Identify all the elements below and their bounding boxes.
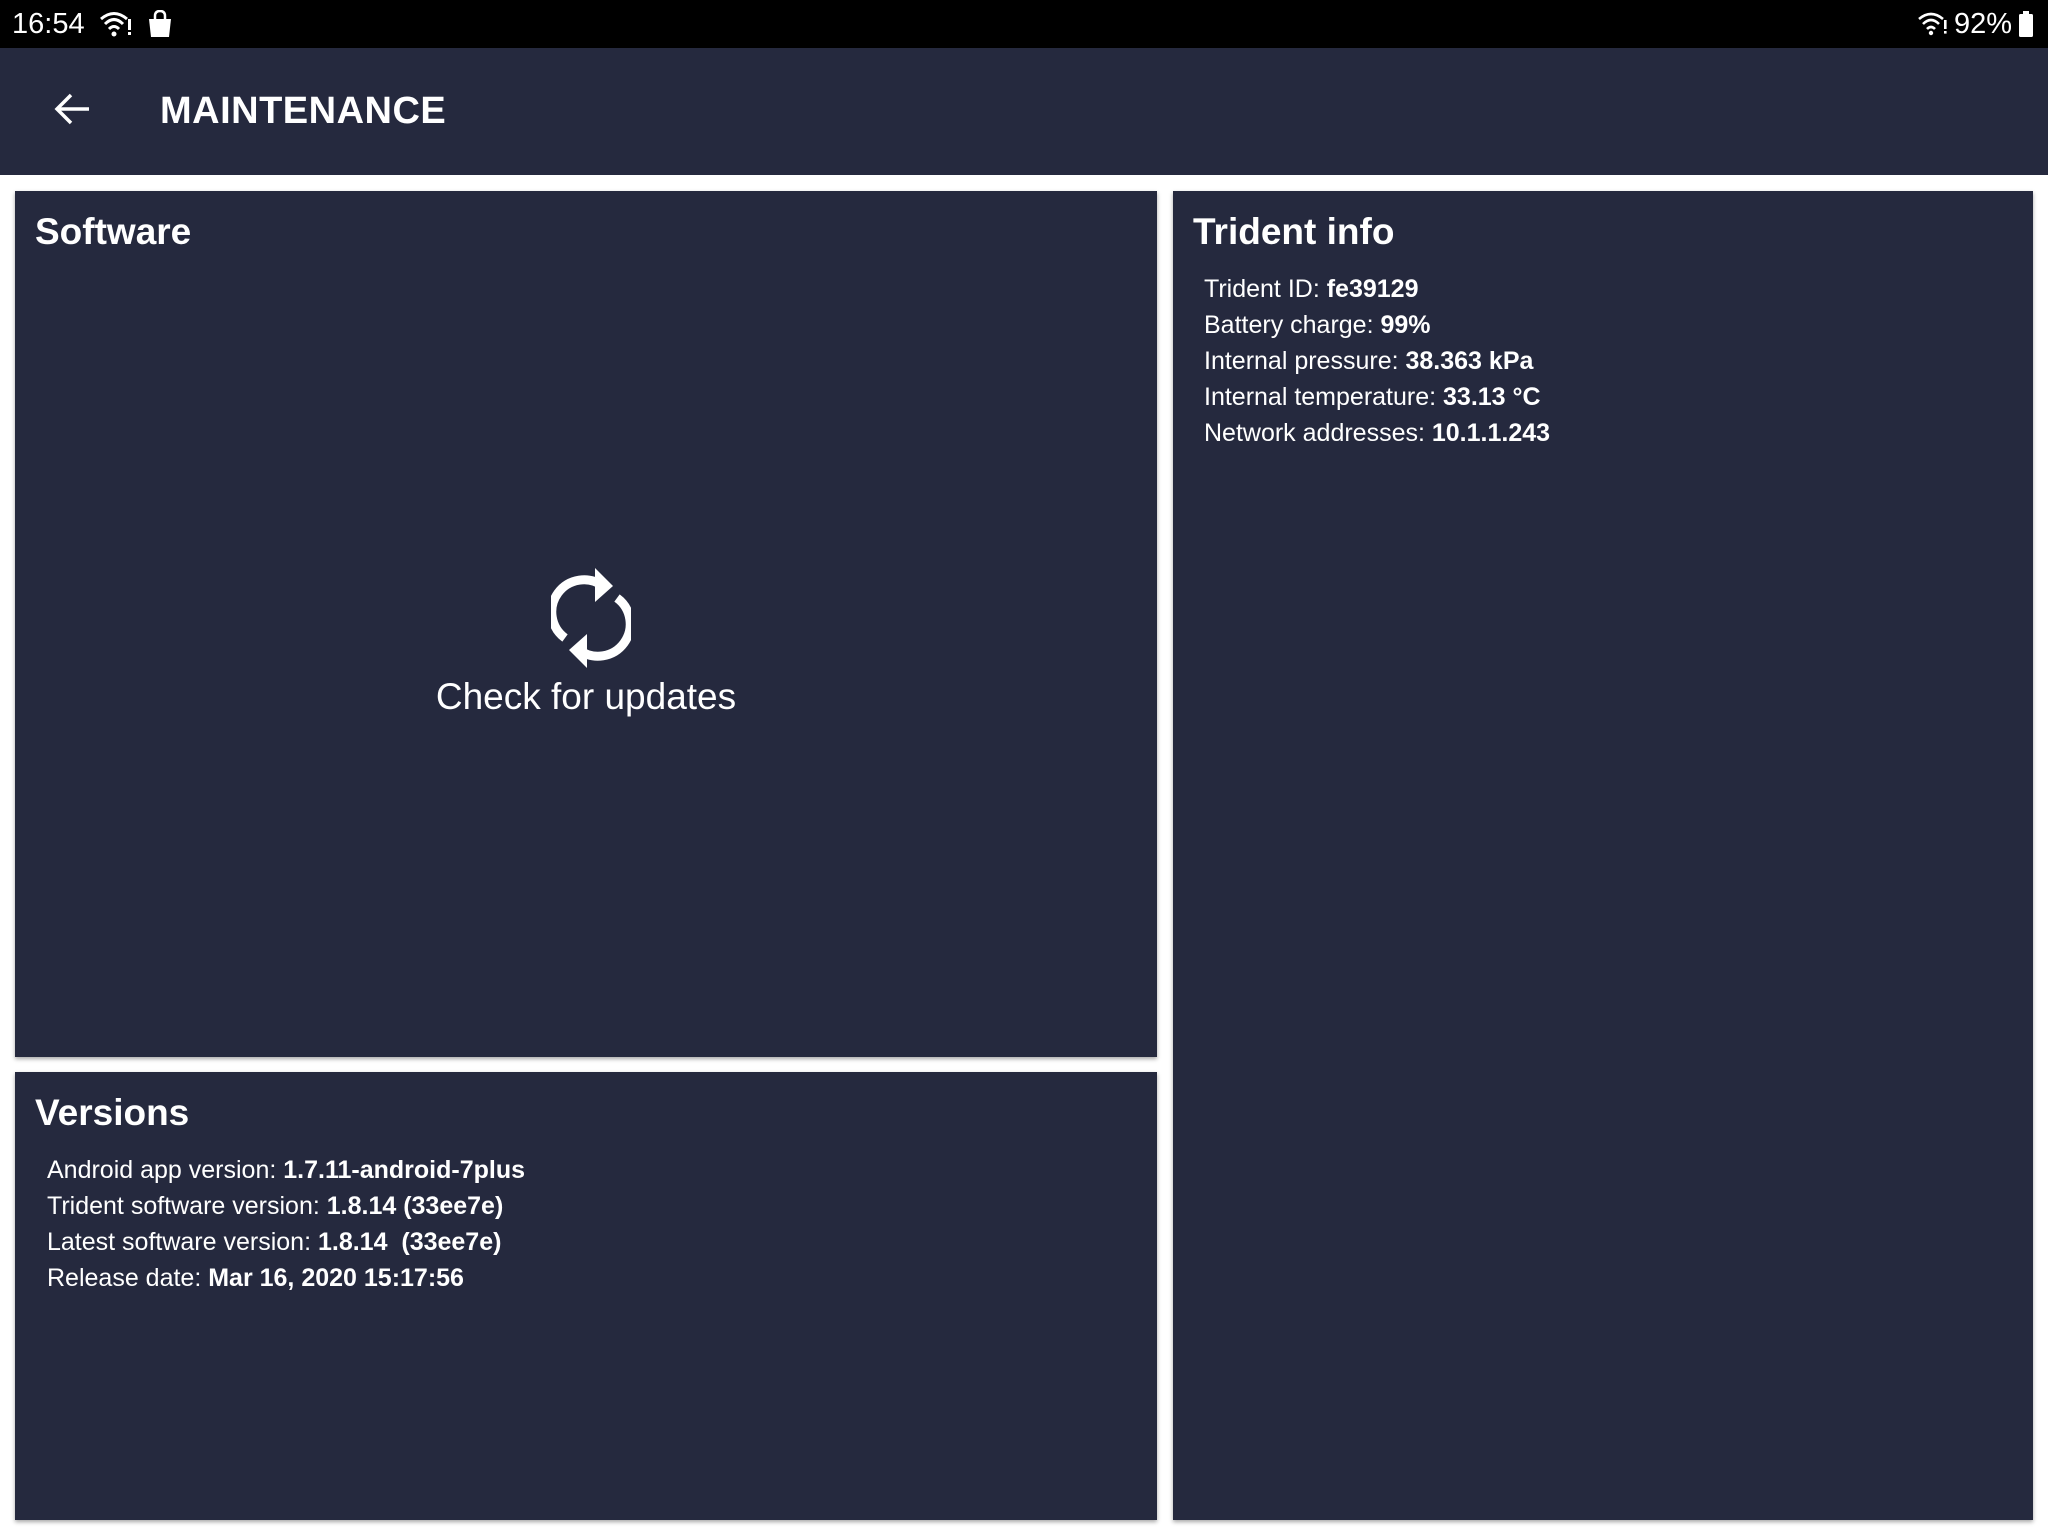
version-row-trident-software: Trident software version: 1.8.14 (33ee7e… xyxy=(47,1188,525,1224)
info-value: 10.1.1.243 xyxy=(1431,419,1551,447)
info-label: Trident ID: xyxy=(1204,275,1327,303)
trident-row-battery: Battery charge: 99% xyxy=(1204,307,1550,343)
check-for-updates-label: Check for updates xyxy=(435,676,737,717)
sync-icon xyxy=(547,566,635,670)
info-label: Network addresses: xyxy=(1204,419,1432,447)
back-button[interactable] xyxy=(44,86,100,136)
versions-panel: Versions Android app version: 1.7.11-and… xyxy=(15,1072,1157,1520)
info-value: 38.363 kPa xyxy=(1405,347,1534,375)
info-label: Internal pressure: xyxy=(1204,347,1406,375)
info-value: 1.7.11-android-7plus xyxy=(283,1156,526,1184)
version-row-android-app: Android app version: 1.7.11-android-7plu… xyxy=(47,1152,525,1188)
trident-row-network: Network addresses: 10.1.1.243 xyxy=(1204,415,1550,451)
status-bar-left: 16:54 xyxy=(12,0,173,48)
status-bar-right: 92% xyxy=(1918,0,2034,48)
info-label: Battery charge: xyxy=(1204,311,1381,339)
wifi-icon xyxy=(1918,11,1948,37)
info-value: 99% xyxy=(1380,311,1431,339)
trident-info-list: Trident ID: fe39129 Battery charge: 99% … xyxy=(1204,271,1550,451)
versions-title: Versions xyxy=(35,1092,190,1133)
software-title: Software xyxy=(35,211,192,252)
info-value: 1.8.14 (33ee7e) xyxy=(317,1228,502,1256)
version-row-latest-software: Latest software version: 1.8.14 (33ee7e) xyxy=(47,1224,525,1260)
wifi-icon xyxy=(99,10,133,38)
info-value: 1.8.14 (33ee7e) xyxy=(326,1192,504,1220)
info-label: Latest software version: xyxy=(47,1228,318,1256)
check-for-updates-button[interactable]: Check for updates xyxy=(386,566,786,736)
shopping-bag-icon xyxy=(147,10,173,38)
status-time: 16:54 xyxy=(12,7,85,40)
trident-row-id: Trident ID: fe39129 xyxy=(1204,271,1550,307)
info-label: Release date: xyxy=(47,1264,209,1292)
page-title: MAINTENANCE xyxy=(160,90,447,132)
info-label: Android app version: xyxy=(47,1156,284,1184)
app-bar: MAINTENANCE xyxy=(0,48,2048,175)
trident-row-temperature: Internal temperature: 33.13 °C xyxy=(1204,379,1550,415)
arrow-left-icon xyxy=(53,92,91,131)
versions-list: Android app version: 1.7.11-android-7plu… xyxy=(47,1152,525,1296)
info-label: Internal temperature: xyxy=(1204,383,1444,411)
trident-row-pressure: Internal pressure: 38.363 kPa xyxy=(1204,343,1550,379)
battery-icon xyxy=(2018,10,2034,38)
battery-percent: 92% xyxy=(1953,7,2012,40)
trident-info-title: Trident info xyxy=(1193,211,1395,252)
version-row-release-date: Release date: Mar 16, 2020 15:17:56 xyxy=(47,1260,525,1296)
info-label: Trident software version: xyxy=(47,1192,327,1220)
trident-info-panel: Trident info Trident ID: fe39129 Battery… xyxy=(1173,191,2033,1520)
info-value: 33.13 °C xyxy=(1443,383,1541,411)
info-value: Mar 16, 2020 15:17:56 xyxy=(208,1264,464,1292)
info-value: fe39129 xyxy=(1326,275,1419,303)
software-panel: Software Check for updates xyxy=(15,191,1157,1057)
status-bar: 16:54 92% xyxy=(0,0,2048,48)
